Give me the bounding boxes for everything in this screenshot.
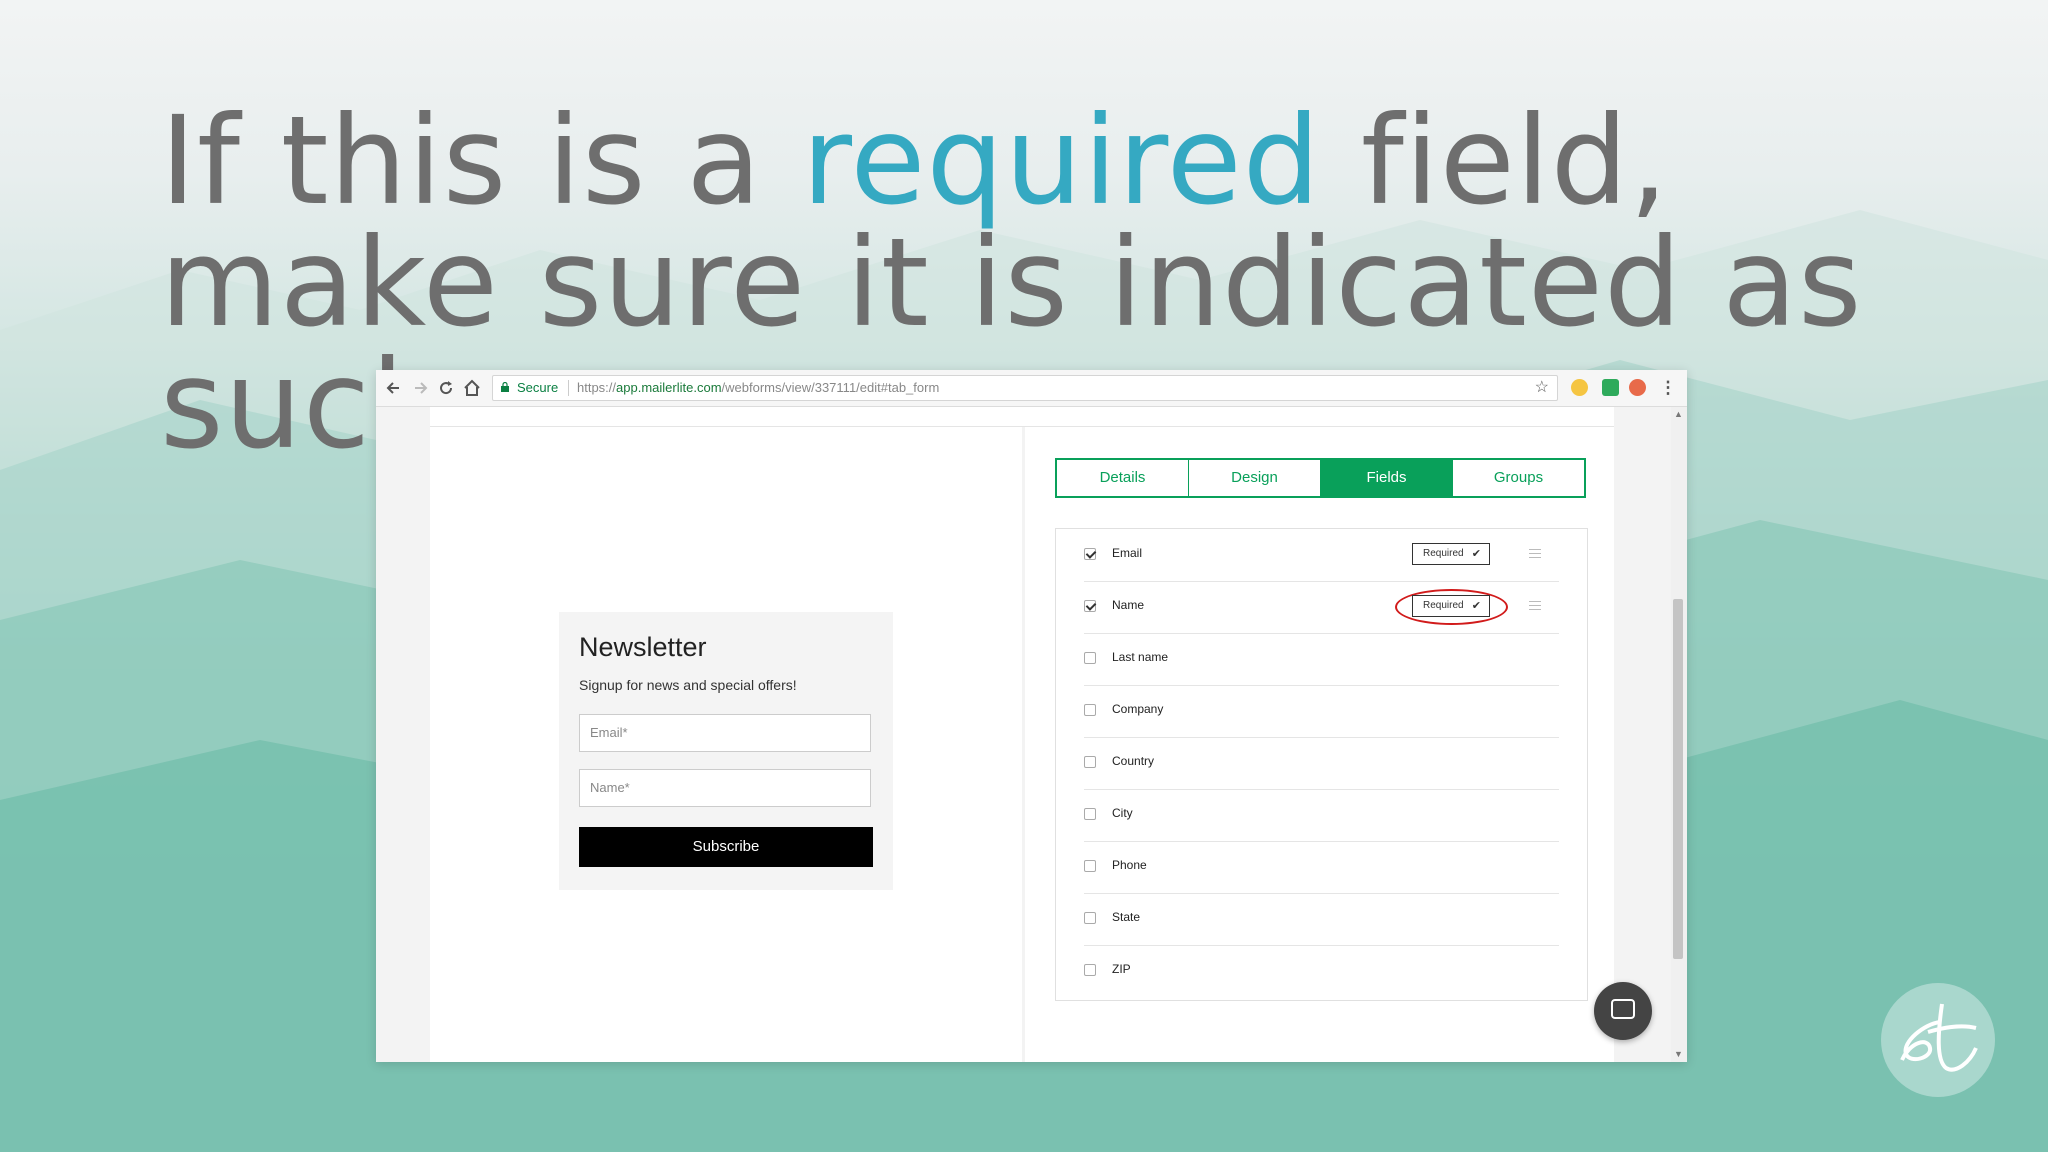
browser-toolbar: Secure https://app.mailerlite.com/webfor… [376,370,1687,407]
field-label-city: City [1112,806,1133,820]
page-content: Newsletter Signup for news and special o… [376,407,1687,1062]
scroll-down-arrow-icon[interactable]: ▼ [1674,1049,1683,1059]
name-field[interactable]: Name* [579,769,871,807]
puzzle-extension-icon[interactable] [1602,379,1619,396]
field-label-state: State [1112,910,1141,924]
newsletter-subtitle: Signup for news and special offers! [579,677,797,693]
field-row-phone: Phone [1084,841,1559,894]
color-extension-icon[interactable] [1629,379,1646,396]
phone-checkbox[interactable] [1084,860,1096,872]
field-row-state: State [1084,893,1559,946]
home-icon[interactable] [462,378,482,398]
emoji-extension-icon[interactable] [1571,379,1588,396]
field-label-zip: ZIP [1112,962,1131,976]
vertical-scrollbar[interactable]: ▲ ▼ [1671,407,1687,1062]
menu-dots-icon[interactable]: ⋮ [1658,378,1678,398]
url-path: /webforms/view/337111/edit#tab_form [721,380,940,395]
checkmark-icon: ✔ [1471,548,1481,560]
required-label: Required [1423,548,1464,559]
email-field[interactable]: Email* [579,714,871,752]
field-label-name: Name [1112,598,1145,612]
tab-fields[interactable]: Fields [1321,460,1453,496]
tab-design[interactable]: Design [1189,460,1321,496]
field-row-name: Name Required ✔ [1084,581,1559,634]
omnibox-separator [568,380,569,396]
checkmark-icon: ✔ [1471,600,1481,612]
field-label-email: Email [1112,546,1143,560]
chat-icon [1611,999,1635,1019]
tab-groups[interactable]: Groups [1453,460,1584,496]
headline-accent: required [801,90,1322,232]
field-label-phone: Phone [1112,858,1147,872]
last-name-checkbox[interactable] [1084,652,1096,664]
state-checkbox[interactable] [1084,912,1096,924]
newsletter-form: Newsletter Signup for news and special o… [559,612,893,890]
newsletter-title: Newsletter [579,632,707,662]
field-row-city: City [1084,789,1559,842]
zip-checkbox[interactable] [1084,964,1096,976]
et-logo [1881,983,1995,1097]
country-checkbox[interactable] [1084,756,1096,768]
drag-handle-icon[interactable] [1529,601,1541,613]
required-label: Required [1423,600,1464,611]
field-row-zip: ZIP [1084,945,1559,997]
scrollbar-thumb[interactable] [1673,599,1683,959]
reload-icon[interactable] [436,378,456,398]
email-required-toggle[interactable]: Required ✔ [1412,543,1490,565]
field-label-last-name: Last name [1112,650,1169,664]
field-label-company: Company [1112,702,1164,716]
tab-details[interactable]: Details [1057,460,1189,496]
field-label-country: Country [1112,754,1155,768]
content-top-strip [430,407,1614,427]
field-row-last-name: Last name [1084,633,1559,686]
chat-widget-button[interactable] [1594,982,1652,1040]
address-bar[interactable]: Secure https://app.mailerlite.com/webfor… [492,375,1558,401]
url-scheme: https:// [577,380,617,395]
company-checkbox[interactable] [1084,704,1096,716]
name-required-toggle[interactable]: Required ✔ [1412,595,1490,617]
settings-tabs: Details Design Fields Groups [1055,458,1586,498]
browser-window: Secure https://app.mailerlite.com/webfor… [376,370,1687,1062]
subscribe-button[interactable]: Subscribe [579,827,873,867]
fields-list: Email Required ✔ Name Required ✔ Last name… [1055,528,1588,1001]
name-checkbox[interactable] [1084,600,1096,612]
field-row-country: Country [1084,737,1559,790]
email-checkbox[interactable] [1084,548,1096,560]
field-row-company: Company [1084,685,1559,738]
url-host: app.mailerlite.com [616,380,722,395]
forward-arrow-icon[interactable] [410,378,430,398]
city-checkbox[interactable] [1084,808,1096,820]
secure-label: Secure [517,380,559,395]
back-arrow-icon[interactable] [384,378,404,398]
scroll-up-arrow-icon[interactable]: ▲ [1674,409,1683,419]
url-text: https://app.mailerlite.com/webforms/view… [577,376,939,400]
lock-icon [501,382,509,392]
drag-handle-icon[interactable] [1529,549,1541,561]
star-icon[interactable]: ☆ [1535,376,1549,400]
field-row-email: Email Required ✔ [1084,529,1559,582]
headline-part1: If this is a [160,90,802,232]
